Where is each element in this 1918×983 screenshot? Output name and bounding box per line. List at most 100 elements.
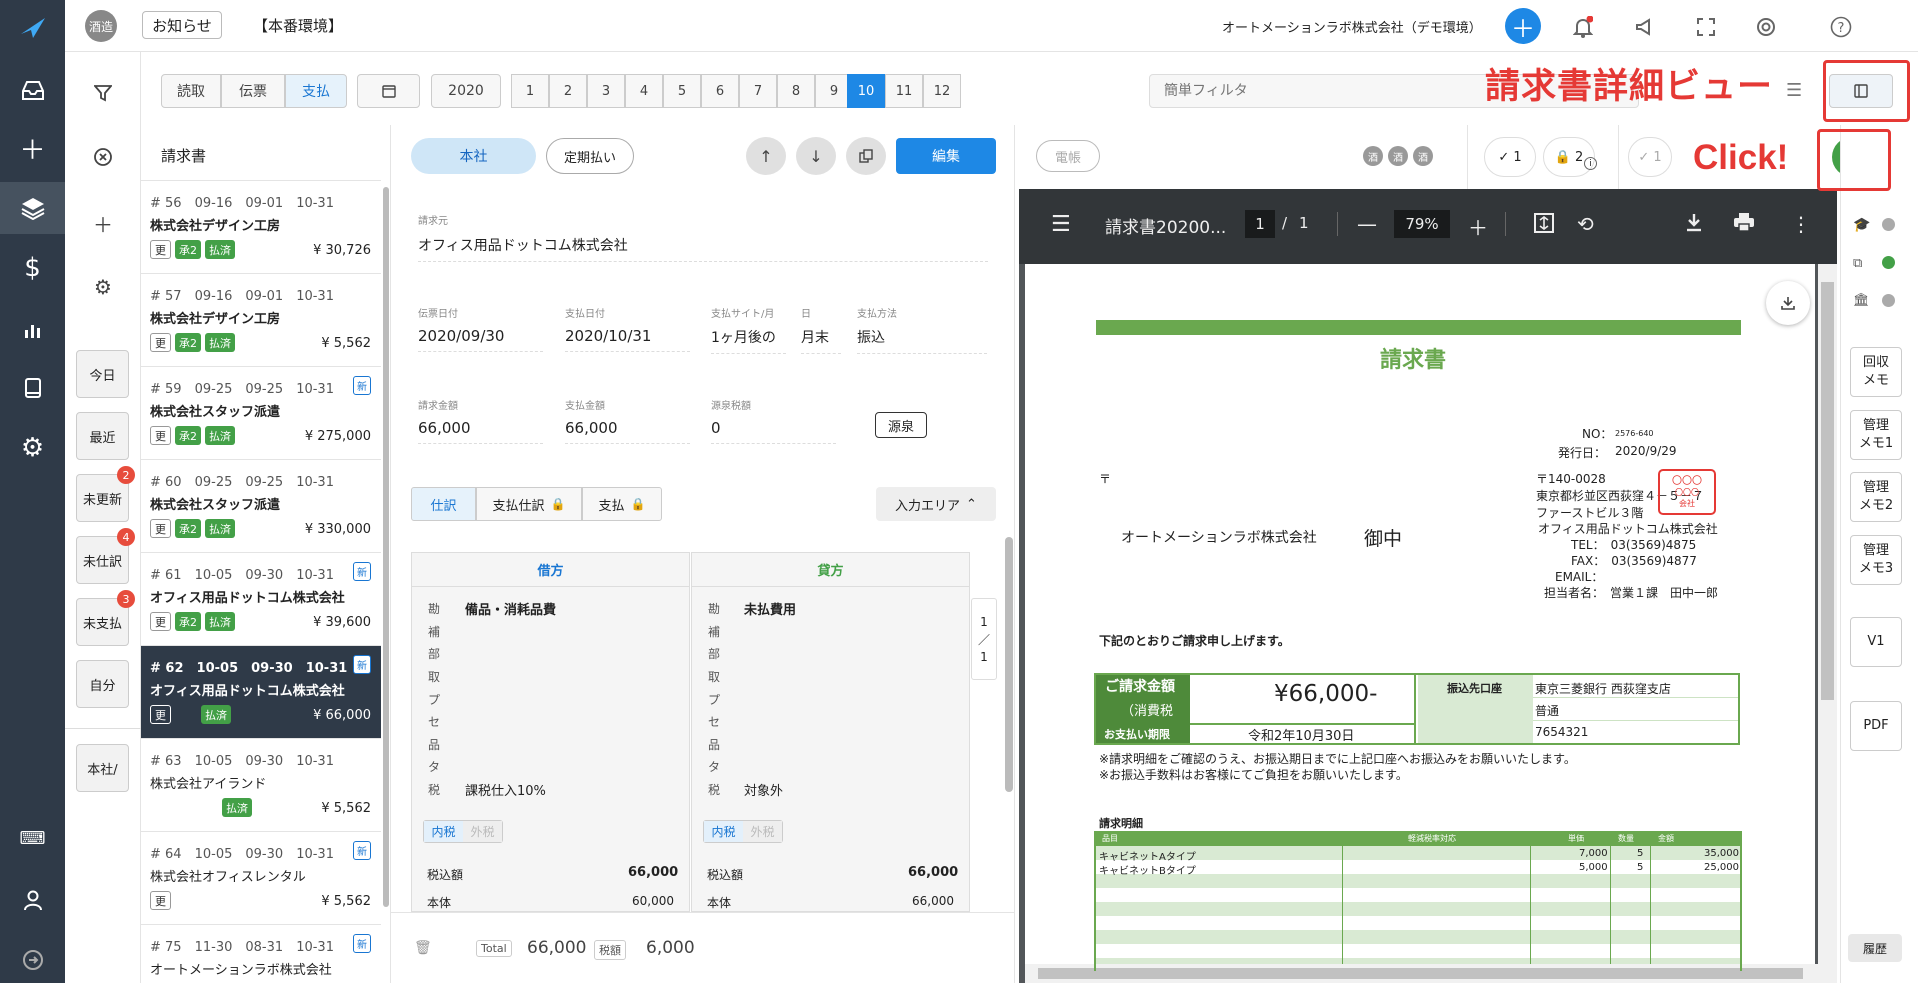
menu-icon[interactable]: ☰ — [1051, 212, 1071, 237]
tax-inclusive-button[interactable]: 内税 — [704, 821, 743, 842]
book-icon[interactable] — [0, 368, 65, 408]
more-options-icon[interactable]: ⋮ — [1791, 212, 1811, 236]
month-6[interactable]: 6 — [701, 74, 739, 108]
journal-tab[interactable]: 仕訳 — [411, 487, 476, 521]
user-icon[interactable] — [0, 880, 65, 920]
logout-icon[interactable] — [0, 940, 65, 980]
add-button[interactable]: ＋ — [1505, 8, 1541, 44]
vendor-value[interactable]: オフィス用品ドットコム株式会社 — [418, 235, 988, 262]
detail-scrollbar[interactable] — [1005, 537, 1013, 792]
withholding-value[interactable]: 0 — [711, 419, 836, 444]
credit-account[interactable]: 未払費用 — [744, 599, 796, 618]
month-2[interactable]: 2 — [549, 74, 587, 108]
list-item[interactable]: # 64 10-05 09-30 10-31 新 株式会社オフィスレンタル 更 … — [141, 832, 381, 925]
megaphone-icon[interactable] — [1632, 14, 1658, 40]
zoom-out-icon[interactable]: — — [1357, 212, 1377, 236]
filter-unupdated-button[interactable]: 未更新 2 — [76, 466, 135, 522]
month-4[interactable]: 4 — [625, 74, 663, 108]
pdf-button[interactable]: PDF — [1850, 701, 1902, 751]
branch-honsha-tab[interactable]: 本社 — [411, 138, 536, 174]
recurring-payment-tab[interactable]: 定期払い — [546, 138, 634, 174]
payment-tab[interactable]: 支払 🔒 — [582, 487, 662, 521]
version-button[interactable]: V1 — [1850, 617, 1902, 667]
filter-unjournaled-button[interactable]: 未仕訳 4 — [76, 528, 135, 584]
month-10[interactable]: 10 — [847, 74, 885, 108]
filter-icon[interactable] — [90, 80, 116, 106]
debit-account[interactable]: 備品・消耗品費 — [465, 599, 556, 618]
rotate-icon[interactable]: ⟲ — [1577, 212, 1594, 236]
download-icon[interactable] — [1685, 212, 1703, 237]
approved-count-2[interactable]: ✓ 1 — [1628, 137, 1672, 177]
payment-date-value[interactable]: 2020/10/31 — [565, 327, 690, 352]
list-view-icon[interactable]: ☰ — [1786, 80, 1802, 101]
fullscreen-icon[interactable] — [1693, 14, 1719, 40]
month-8[interactable]: 8 — [777, 74, 815, 108]
tax-exclusive-button[interactable]: 外税 — [743, 821, 782, 842]
zoom-input[interactable]: 79% — [1394, 210, 1450, 238]
clear-filter-icon[interactable] — [90, 144, 116, 170]
pdf-scrollbar-thumb[interactable] — [1821, 282, 1834, 700]
tax-inclusive-button[interactable]: 内税 — [424, 821, 463, 842]
move-up-button[interactable]: ↑ — [746, 137, 786, 175]
withholding-button[interactable]: 源泉 — [875, 412, 927, 438]
calendar-button[interactable] — [357, 74, 420, 108]
payment-journal-tab[interactable]: 支払仕訳 🔒 — [476, 487, 582, 521]
add-filter-icon[interactable]: ＋ — [90, 210, 116, 237]
admin-memo3-button[interactable]: 管理 メモ3 — [1850, 535, 1902, 585]
year-select[interactable]: 2020 — [431, 74, 501, 108]
month-3[interactable]: 3 — [587, 74, 625, 108]
filter-unpaid-button[interactable]: 未支払 3 — [76, 590, 135, 646]
list-item[interactable]: # 59 09-25 09-25 10-31 新 株式会社スタッフ派遣 更承2 払… — [141, 367, 381, 460]
user-badge[interactable]: 酒造 — [85, 10, 117, 42]
list-item-selected[interactable]: # 62 10-05 09-30 10-31 新 オフィス用品ドットコム株式会社… — [141, 646, 381, 739]
dollar-icon[interactable]: $ — [0, 248, 65, 288]
print-icon[interactable] — [1733, 212, 1755, 237]
filter-mine-button[interactable]: 自分 — [76, 660, 129, 708]
payment-method-value[interactable]: 振込 — [857, 327, 987, 354]
move-down-button[interactable]: ↓ — [796, 137, 836, 175]
plus-icon[interactable]: ＋ — [0, 128, 65, 168]
month-12[interactable]: 12 — [923, 74, 961, 108]
support-icon[interactable] — [1753, 14, 1779, 40]
approved-count[interactable]: ✓ 1 — [1484, 137, 1536, 177]
mode-pay-tab[interactable]: 支払 — [285, 74, 347, 108]
filter-recent-button[interactable]: 最近 — [76, 412, 129, 460]
inbox-icon[interactable] — [0, 70, 65, 110]
admin-memo1-button[interactable]: 管理 メモ1 — [1850, 410, 1902, 460]
gear-icon[interactable]: ⚙ — [0, 428, 65, 468]
bell-icon[interactable] — [1570, 14, 1596, 40]
fit-page-icon[interactable] — [1533, 212, 1555, 239]
filter-settings-icon[interactable]: ⚙ — [90, 274, 116, 300]
month-7[interactable]: 7 — [739, 74, 777, 108]
mode-read-tab[interactable]: 読取 — [161, 74, 221, 108]
bird-logo-icon[interactable] — [0, 8, 65, 48]
keyboard-icon[interactable]: ⌨ — [0, 818, 65, 858]
save-pdf-button[interactable] — [1766, 281, 1810, 325]
e-ledger-button[interactable]: 電帳 — [1036, 140, 1100, 172]
mode-voucher-tab[interactable]: 伝票 — [221, 74, 285, 108]
list-item[interactable]: # 75 11-30 08-31 10-31 新 オートメーションラボ株式会社 — [141, 925, 381, 983]
invoice-amount-value[interactable]: 66,000 — [418, 419, 543, 444]
payment-site-value[interactable]: 1ヶ月後の — [711, 327, 786, 354]
list-item[interactable]: # 60 09-25 09-25 10-31 株式会社スタッフ派遣 更承2 払済 … — [141, 460, 381, 553]
list-item[interactable]: # 63 10-05 09-30 10-31 株式会社アイランド 払済 ¥ 5,… — [141, 739, 381, 832]
line-pager[interactable]: 1 ／ 1 — [971, 598, 997, 680]
debit-tax[interactable]: 課税仕入10% — [465, 780, 546, 799]
list-item[interactable]: # 56 09-16 09-01 10-31 株式会社デザイン工房 更承2 払済 … — [141, 181, 381, 274]
filter-branch-button[interactable]: 本社/ — [76, 744, 129, 792]
notice-button[interactable]: お知らせ — [142, 11, 222, 39]
payment-day-value[interactable]: 月末 — [801, 327, 841, 354]
month-5[interactable]: 5 — [663, 74, 701, 108]
list-scrollbar[interactable] — [383, 187, 389, 907]
filter-today-button[interactable]: 今日 — [76, 350, 129, 398]
collection-memo-button[interactable]: 回収 メモ — [1850, 347, 1902, 397]
edit-button[interactable]: 編集 — [896, 138, 996, 174]
trash-icon[interactable]: 🗑 — [414, 940, 432, 956]
history-button[interactable]: 履歴 — [1848, 934, 1902, 962]
info-icon[interactable]: i — [1584, 157, 1597, 170]
credit-tax[interactable]: 対象外 — [744, 780, 783, 799]
input-area-toggle[interactable]: 入力エリア ⌃ — [876, 487, 996, 521]
zoom-in-icon[interactable]: ＋ — [1468, 212, 1488, 241]
payment-amount-value[interactable]: 66,000 — [565, 419, 690, 444]
list-item[interactable]: # 61 10-05 09-30 10-31 新 オフィス用品ドットコム株式会社… — [141, 553, 381, 646]
